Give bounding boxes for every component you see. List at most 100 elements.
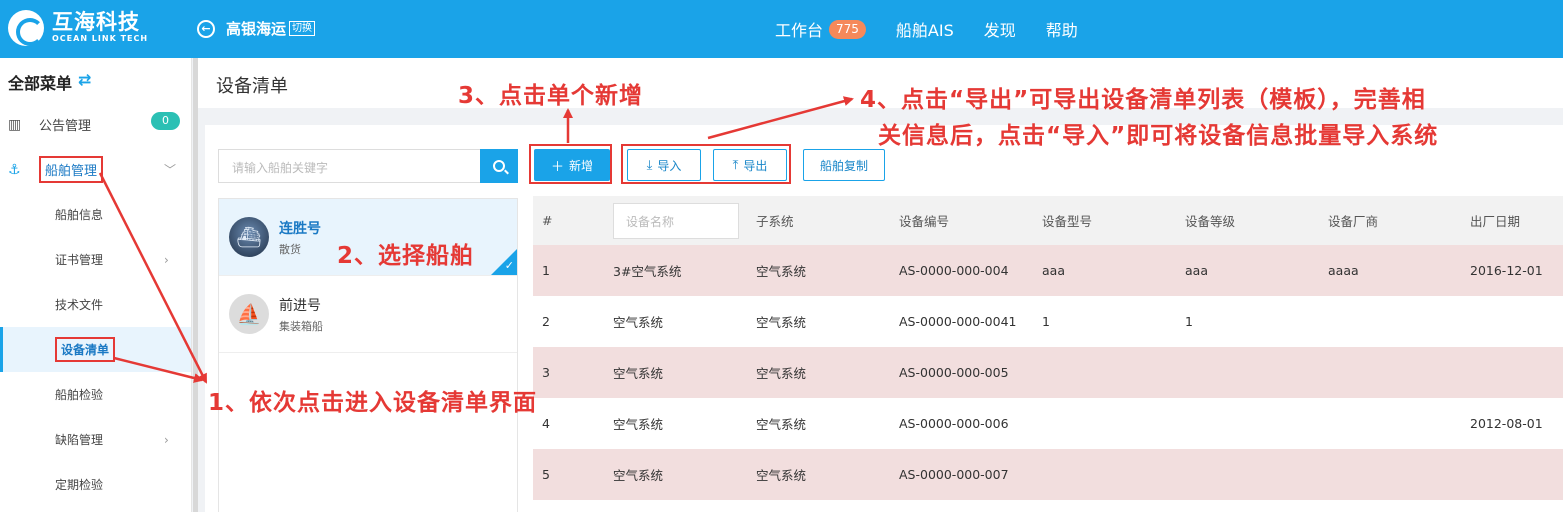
table-cell: 2 [542,314,550,329]
submenu-equipment-list[interactable]: 设备清单 [0,327,191,372]
nav-workbench-label: 工作台 [775,21,824,40]
switch-company-button[interactable]: 切换 [289,21,316,36]
submenu-label: 设备清单 [55,337,116,362]
back-arrow-icon[interactable]: ← [197,19,215,38]
ship-name: 连胜号 [279,220,321,237]
top-nav: 工作台 775 船舶AIS 发现 帮助 [775,17,1108,41]
table-cell: AS-0000-000-005 [890,347,1033,398]
table-cell [1033,449,1176,500]
column-header[interactable]: 设备编号 [890,196,1033,245]
table-cell: AS-0000-000-004 [890,245,1033,296]
submenu-defects[interactable]: 缺陷管理 › [0,417,191,462]
nav-discover[interactable]: 发现 [984,17,1016,41]
table-cell [1461,347,1563,398]
table-cell: 2016-12-01 [1461,245,1563,296]
table-cell: aaaa [1319,245,1461,296]
chevron-down-icon: ﹀ [164,163,177,177]
column-header-filter: 设备名称 [604,196,747,245]
chevron-right-icon: › [164,252,169,267]
table-cell: AS-0000-000-006 [899,416,1009,431]
sidebar-item-ship-management[interactable]: ⚓ 船舶管理 ﹀ [0,147,191,192]
nav-help[interactable]: 帮助 [1046,17,1078,41]
equipment-table: # 设备名称 子系统 设备编号 设备型号 设备等级 设备厂商 出厂日期 1 3#空… [533,196,1563,500]
table-cell [1319,398,1461,449]
ship-type: 散货 [279,242,301,256]
ship-avatar: ⛵ [229,294,269,334]
annotation-step1: 1、依次点击进入设备清单界面 [208,390,538,416]
equipment-name-filter-input[interactable]: 设备名称 [613,202,739,239]
column-header[interactable]: 设备等级 [1176,196,1319,245]
table-cell: 4 [542,416,550,431]
ship-search-input[interactable]: 请输入船舶关键字 [218,149,480,183]
table-cell [1461,449,1563,500]
table-cell: 空气系统 [756,417,807,432]
table-cell: 空气系统 [604,449,747,500]
table-cell: 空气系统 [756,315,807,330]
submenu-label: 缺陷管理 [55,433,104,447]
ship-list-item[interactable]: ⛵ 前进号 集装箱船 [219,276,517,353]
table-cell: 空气系统 [613,417,664,432]
table-cell: AS-0000-000-0041 [899,314,1017,329]
table-cell: 5 [533,449,604,500]
company-name: 高银海运 [226,20,287,38]
table-cell: 3#空气系统 [604,245,747,296]
top-bar: 互海科技 OCEAN LINK TECH ← 高银海运 切换 工作台 775 船… [0,0,1563,58]
anchor-icon: ⚓ [8,161,21,178]
column-header[interactable]: 设备型号 [1033,196,1176,245]
submenu-ship-inspection[interactable]: 船舶检验 [0,372,191,417]
search-button[interactable] [480,149,518,183]
column-header[interactable]: 子系统 [747,196,890,245]
table-cell: 空气系统 [747,245,890,296]
table-cell: 空气系统 [604,347,747,398]
check-icon: ✓ [504,259,514,272]
table-row[interactable]: 2 空气系统 空气系统 AS-0000-000-0041 1 1 [533,296,1563,347]
table-cell: 2012-08-01 [1470,416,1543,431]
table-row[interactable]: 1 3#空气系统 空气系统 AS-0000-000-004 aaa aaa aaaa 2016… [533,245,1563,296]
table-cell: 空气系统 [747,449,890,500]
submenu-label: 证书管理 [55,253,104,267]
brand-name-cn: 互海科技 [52,10,140,34]
table-cell: 空气系统 [613,315,664,330]
annotation-step4-line1: 4、点击“导出”可导出设备清单列表（模板），完善相 [860,87,1426,113]
logo-icon [8,10,44,46]
column-header[interactable]: 设备厂商 [1319,196,1461,245]
nav-workbench[interactable]: 工作台 775 [775,17,866,41]
table-cell [1033,347,1176,398]
copy-ship-button[interactable]: 船舶复制 [803,149,885,181]
annotation-step3: 3、点击单个新增 [458,83,644,109]
table-cell: AS-0000-000-007 [890,449,1033,500]
table-row[interactable]: 5 空气系统 空气系统 AS-0000-000-007 [533,449,1563,500]
submenu-tech-docs[interactable]: 技术文件 [0,282,191,327]
annotation-step2: 2、选择船舶 [337,243,475,269]
table-row[interactable]: 4 空气系统 空气系统 AS-0000-000-006 2012-08-01 [533,398,1563,449]
ship-type: 集装箱船 [279,319,323,333]
column-header: # [533,196,604,245]
submenu-ship-info[interactable]: 船舶信息 [0,192,191,237]
submenu-periodic-inspection[interactable]: 定期检验 [0,462,191,507]
table-cell: aaa [1033,245,1176,296]
table-cell [1176,449,1319,500]
brand-logo[interactable]: 互海科技 OCEAN LINK TECH [8,10,148,46]
sidebar-item-announcements[interactable]: ▥ 公告管理 0 [0,102,191,147]
table-cell [1319,296,1461,347]
company-switcher[interactable]: ← 高银海运 切换 [197,18,316,39]
table-cell: 3 [533,347,604,398]
menu-header-title: 全部菜单 [8,74,73,93]
table-cell: 空气系统 [747,347,890,398]
table-header-row: # 设备名称 子系统 设备编号 设备型号 设备等级 设备厂商 出厂日期 [533,196,1563,245]
nav-ship-ais[interactable]: 船舶AIS [896,17,954,41]
swap-icon[interactable]: ⇄ [78,70,91,102]
page-title: 设备清单 [216,76,288,97]
table-body: 1 3#空气系统 空气系统 AS-0000-000-004 aaa aaa aaaa 2016… [533,245,1563,500]
workbench-count-badge: 775 [829,19,866,39]
sidebar: 全部菜单 ⇄ ▥ 公告管理 0 ⚓ 船舶管理 ﹀ 船舶信息 证书管理 › 技术文… [0,58,192,512]
sidebar-scrollbar[interactable] [193,58,198,512]
column-header[interactable]: 出厂日期 [1461,196,1563,245]
chevron-right-icon: › [164,432,169,447]
table-cell [1461,296,1563,347]
table-row[interactable]: 3 空气系统 空气系统 AS-0000-000-005 [533,347,1563,398]
submenu-certificates[interactable]: 证书管理 › [0,237,191,282]
table-cell: aaa [1176,245,1319,296]
table-cell [1176,347,1319,398]
annotation-box-import-export [621,144,791,184]
